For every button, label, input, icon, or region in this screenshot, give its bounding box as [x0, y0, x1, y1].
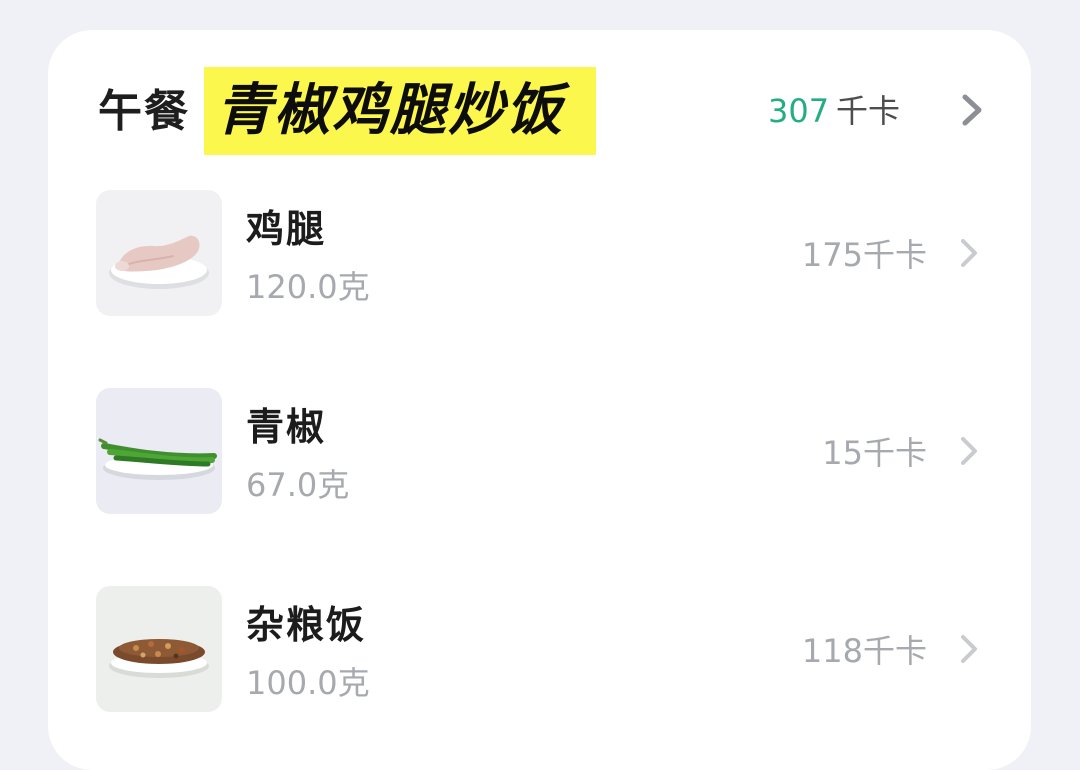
- food-thumbnail-chicken-leg: [96, 190, 222, 316]
- chevron-right-icon[interactable]: [951, 236, 985, 270]
- meal-label: 午餐: [98, 86, 190, 137]
- food-calories: 15千卡: [822, 434, 927, 472]
- dish-name: 青椒鸡腿炒饭: [216, 78, 564, 143]
- meal-card: 午餐 青椒鸡腿炒饭 307 千卡 鸡腿 120.0克 175千卡 青椒 67.0…: [48, 30, 1031, 770]
- food-weight: 67.0克: [246, 466, 350, 504]
- food-item-row[interactable]: 杂粮饭 100.0克 118千卡: [48, 586, 1031, 716]
- chevron-right-icon[interactable]: [953, 92, 989, 128]
- food-item-row[interactable]: 青椒 67.0克 15千卡: [48, 388, 1031, 518]
- food-weight: 100.0克: [246, 664, 370, 702]
- food-thumbnail-mixed-grain-rice: [96, 586, 222, 712]
- food-name: 青椒: [246, 405, 327, 449]
- food-calories: 175千卡: [801, 236, 927, 274]
- food-name: 杂粮饭: [246, 603, 367, 647]
- food-thumbnail-green-pepper: [96, 388, 222, 514]
- total-calories-unit: 千卡: [836, 92, 901, 130]
- food-weight: 120.0克: [246, 268, 370, 306]
- chevron-right-icon[interactable]: [951, 632, 985, 666]
- food-item-row[interactable]: 鸡腿 120.0克 175千卡: [48, 190, 1031, 320]
- food-name: 鸡腿: [246, 207, 327, 251]
- food-calories: 118千卡: [801, 632, 927, 670]
- meal-header[interactable]: 午餐 青椒鸡腿炒饭 307 千卡: [48, 30, 1031, 180]
- chevron-right-icon[interactable]: [951, 434, 985, 468]
- total-calories-value: 307: [768, 92, 830, 130]
